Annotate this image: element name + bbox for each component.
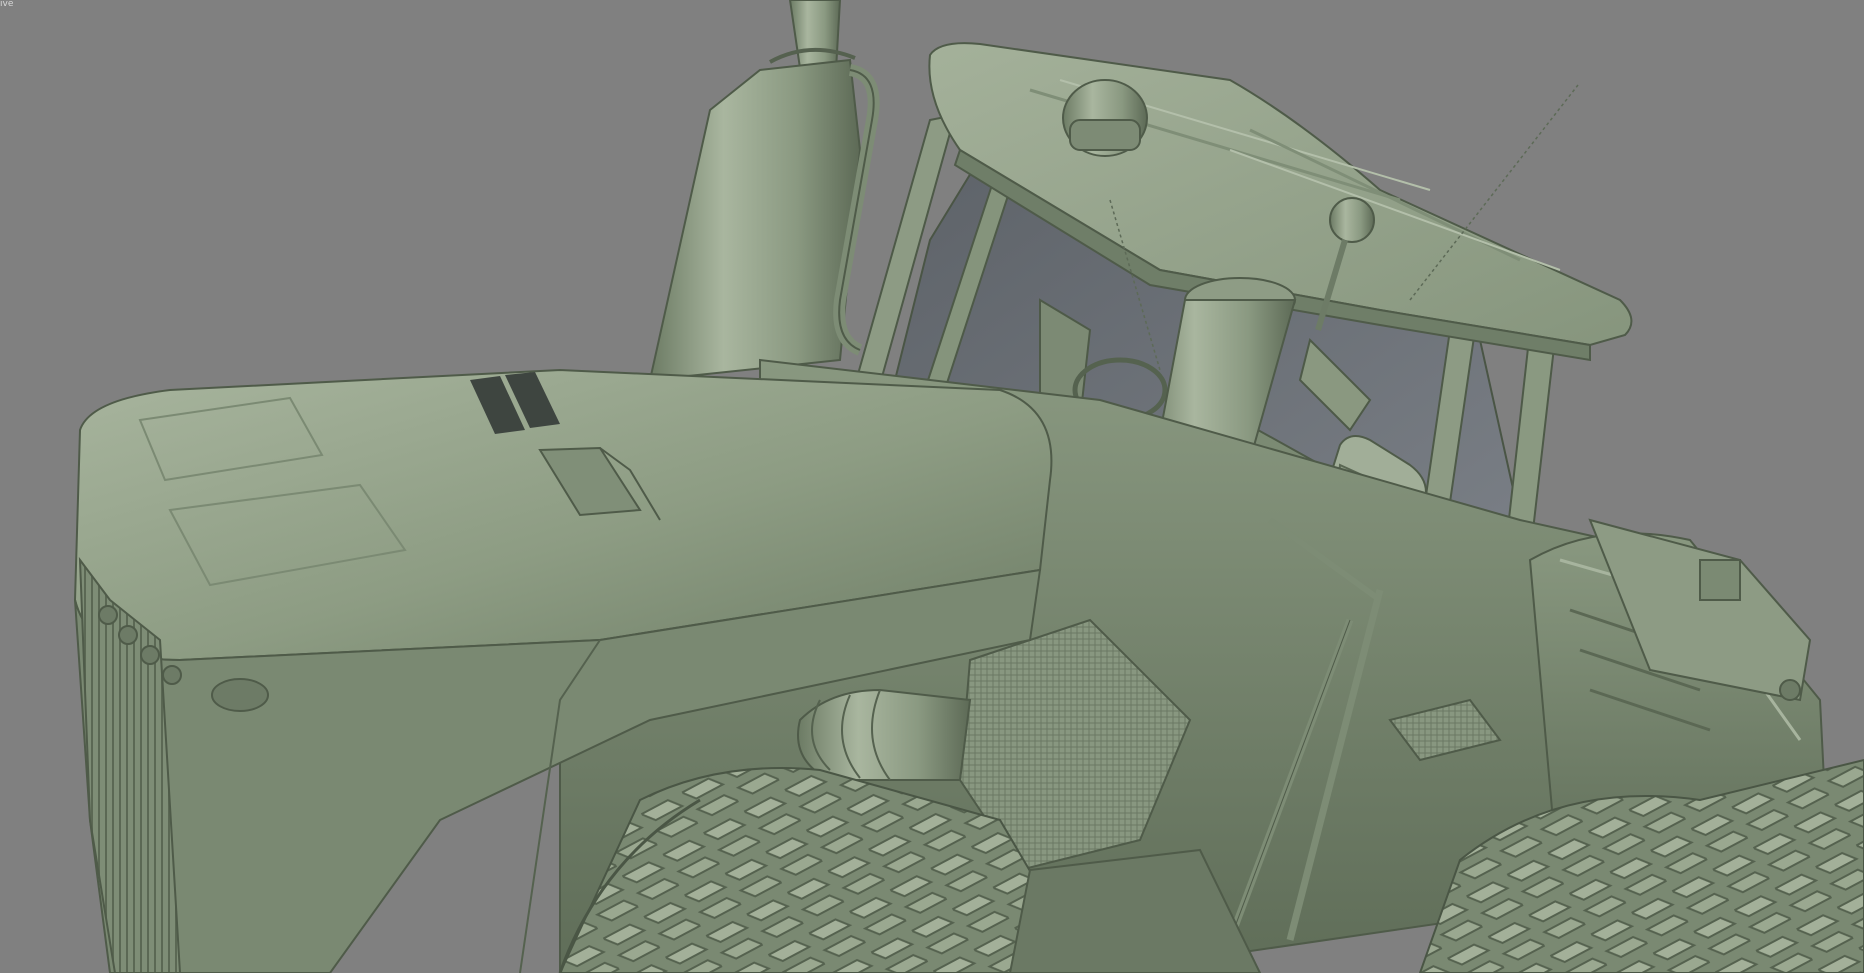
viewport-label[interactable]: ive xyxy=(0,0,13,9)
tractor-model-render xyxy=(0,0,1864,973)
3d-viewport[interactable]: ive xyxy=(0,0,1864,973)
